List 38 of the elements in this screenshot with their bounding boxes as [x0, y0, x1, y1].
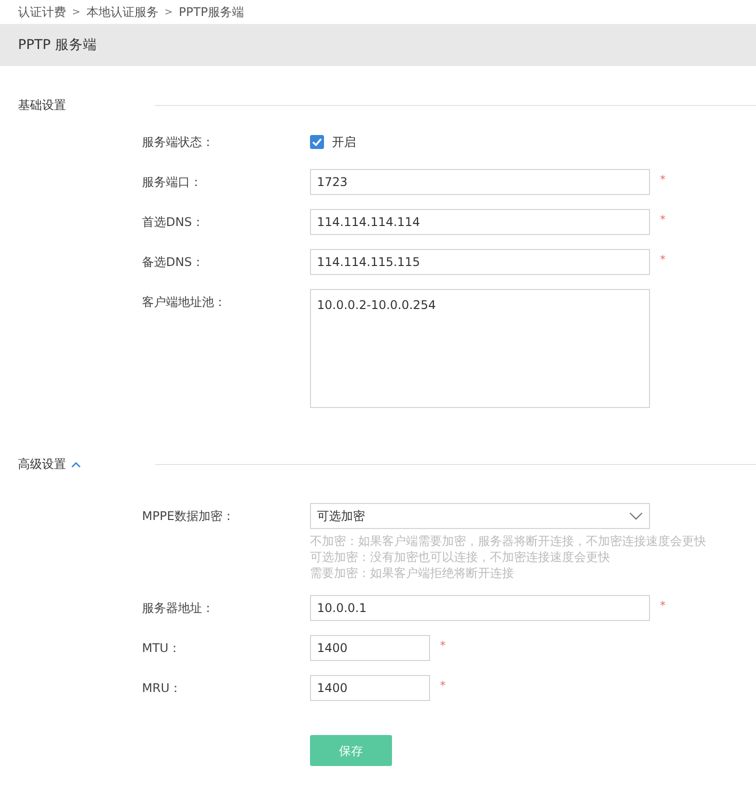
input-field[interactable]: 10.0.0.1	[310, 595, 650, 621]
field-label: 服务器地址：	[142, 600, 215, 617]
input-field[interactable]: 1723	[310, 169, 650, 195]
input-field[interactable]: 114.114.115.115	[310, 249, 650, 275]
select-field[interactable]: 可选加密	[310, 503, 650, 529]
required-mark: *	[660, 598, 666, 614]
checkbox[interactable]	[310, 135, 324, 149]
help-text: 需要加密：如果客户端拒绝将断开连接	[310, 565, 515, 581]
required-mark: *	[440, 678, 446, 694]
required-mark: *	[660, 212, 666, 228]
breadcrumb-link[interactable]: 本地认证服务	[86, 3, 158, 21]
field-label: 备选DNS：	[142, 254, 205, 271]
breadcrumb-current: PPTP服务端	[178, 4, 244, 21]
help-text: 可选加密：没有加密也可以连接，不加密连接速度会更快	[310, 549, 611, 565]
input-field[interactable]: 1400	[310, 675, 430, 701]
checkbox-label: 开启	[332, 134, 356, 151]
field-label: MRU：	[142, 680, 182, 697]
input-field[interactable]: 114.114.114.114	[310, 209, 650, 235]
page-title: PPTP 服务端	[18, 36, 97, 55]
section-toggle[interactable]: 高级设置	[18, 455, 66, 473]
chevron-down-icon	[629, 512, 643, 520]
section-title: 基础设置	[18, 97, 66, 114]
field-label: MPPE数据加密：	[142, 508, 236, 525]
field-label: 服务端状态：	[142, 134, 215, 151]
required-mark: *	[440, 638, 446, 654]
breadcrumb-link[interactable]: 认证计费	[18, 3, 66, 21]
input-field[interactable]: 1400	[310, 635, 430, 661]
field-label: 首选DNS：	[142, 214, 205, 231]
chevron-up-icon[interactable]	[71, 460, 81, 468]
text-area[interactable]: 10.0.0.2-10.0.0.254	[310, 289, 650, 408]
field-label: 服务端口：	[142, 174, 203, 191]
field-label: 客户端地址池：	[142, 294, 227, 311]
help-text: 不加密：如果客户端需要加密，服务器将断开连接，不加密连接速度会更快	[310, 533, 706, 549]
breadcrumb-separator: >	[72, 6, 80, 20]
field-label: MTU：	[142, 640, 182, 657]
required-mark: *	[660, 252, 666, 268]
required-mark: *	[660, 172, 666, 188]
breadcrumb-separator: >	[164, 6, 173, 20]
